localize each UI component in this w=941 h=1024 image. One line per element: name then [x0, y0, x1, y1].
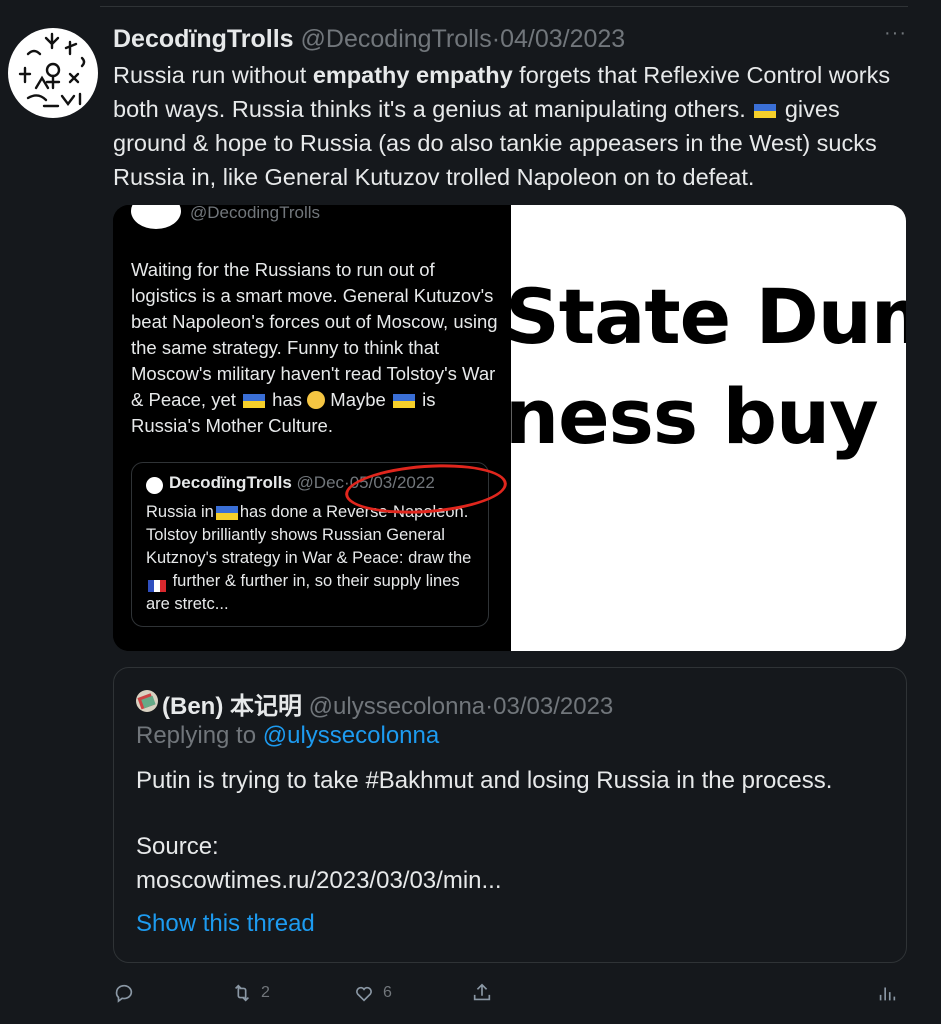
retweet-count: 2 [261, 984, 270, 1001]
quoted-author-avatar [136, 690, 158, 712]
headline-line-2: ness buy ai [511, 372, 906, 461]
tweet-text-part1: Russia run without [113, 62, 313, 88]
reply-button[interactable] [113, 978, 143, 1008]
raised-eyebrow-emoji-icon [307, 391, 326, 409]
action-bar: 2 6 [113, 978, 908, 1008]
tweet-text: Russia run without empathy empathy forge… [113, 58, 913, 194]
media-screenshot[interactable]: @DecodingTrolls Waiting for the Russians… [113, 205, 511, 651]
media-attachment[interactable]: @DecodingTrolls Waiting for the Russians… [113, 205, 906, 651]
tweet-date[interactable]: 04/03/2023 [500, 25, 625, 53]
inner-quote-avatar [146, 477, 163, 494]
screenshot-text-3: Maybe [325, 389, 391, 410]
replying-to: Replying to @ulyssecolonna [136, 722, 439, 750]
tweet-header: DecodïngTrolls @DecodingTrolls·04/03/202… [113, 24, 625, 54]
screenshot-avatar [131, 205, 181, 229]
ukraine-flag-icon [243, 394, 266, 409]
ukraine-flag-icon [754, 103, 777, 118]
screenshot-text-1: Waiting for the Russians to run out of l… [131, 259, 498, 410]
screenshot-handle: @DecodingTrolls [190, 205, 321, 222]
reply-icon [115, 984, 133, 1003]
heart-icon [356, 986, 372, 1002]
screenshot-text: Waiting for the Russians to run out of l… [131, 257, 499, 439]
replying-label: Replying to [136, 722, 263, 749]
like-button[interactable]: 6 [353, 978, 392, 1008]
inner-quote-text: Russia in has done a Reverse-Napoleon. To… [146, 501, 482, 616]
inner-quote-text-3: further & further in, so their supply li… [146, 572, 460, 613]
retweet-icon [234, 984, 250, 1002]
glyph-pattern-icon [18, 32, 86, 108]
like-count: 6 [383, 984, 392, 1001]
ukraine-flag-icon [392, 394, 415, 409]
quoted-separator: · [485, 693, 494, 720]
quoted-date[interactable]: 03/03/2023 [493, 693, 613, 720]
retweet-button[interactable]: 2 [231, 978, 270, 1008]
quoted-link[interactable]: moscowtimes.ru/2023/03/03/min... [136, 864, 502, 898]
top-divider [100, 6, 908, 7]
quoted-author-name[interactable]: (Ben) 本记明 [162, 693, 302, 720]
share-button[interactable] [471, 978, 493, 1008]
show-thread-link[interactable]: Show this thread [136, 910, 315, 938]
headline-line-1: State Duma [511, 272, 906, 361]
book-avatar-icon [137, 693, 156, 710]
france-flag-icon [148, 576, 166, 592]
replying-mention[interactable]: @ulyssecolonna [263, 722, 439, 749]
inner-quote-handle: @Dec [296, 473, 345, 492]
inner-quote-text-1: Russia in [146, 503, 214, 521]
quoted-tweet[interactable]: (Ben) 本记明 @ulyssecolonna·03/03/2023 Repl… [113, 667, 907, 963]
inner-quote-name: DecodïngTrolls [169, 473, 292, 492]
author-name[interactable]: DecodïngTrolls [113, 25, 294, 53]
author-handle[interactable]: @DecodingTrolls [301, 25, 492, 53]
analytics-button[interactable] [876, 978, 898, 1008]
quoted-text: Putin is trying to take #Bakhmut and los… [136, 767, 833, 794]
header-separator: · [491, 25, 501, 53]
analytics-icon [879, 987, 896, 1001]
author-avatar[interactable] [8, 28, 98, 118]
media-headline-image[interactable]: State Duma ness buy ai [511, 205, 906, 651]
ukraine-flag-icon [215, 505, 238, 520]
more-options-icon[interactable]: ··· [884, 22, 907, 45]
quoted-source-label: Source: [136, 833, 219, 860]
tweet-text-bold: empathy empathy [312, 62, 513, 88]
screenshot-text-2: has [267, 389, 308, 410]
quoted-author-handle[interactable]: @ulyssecolonna [309, 693, 485, 720]
share-icon [473, 983, 491, 1001]
quoted-header: (Ben) 本记明 @ulyssecolonna·03/03/2023 [162, 686, 613, 721]
